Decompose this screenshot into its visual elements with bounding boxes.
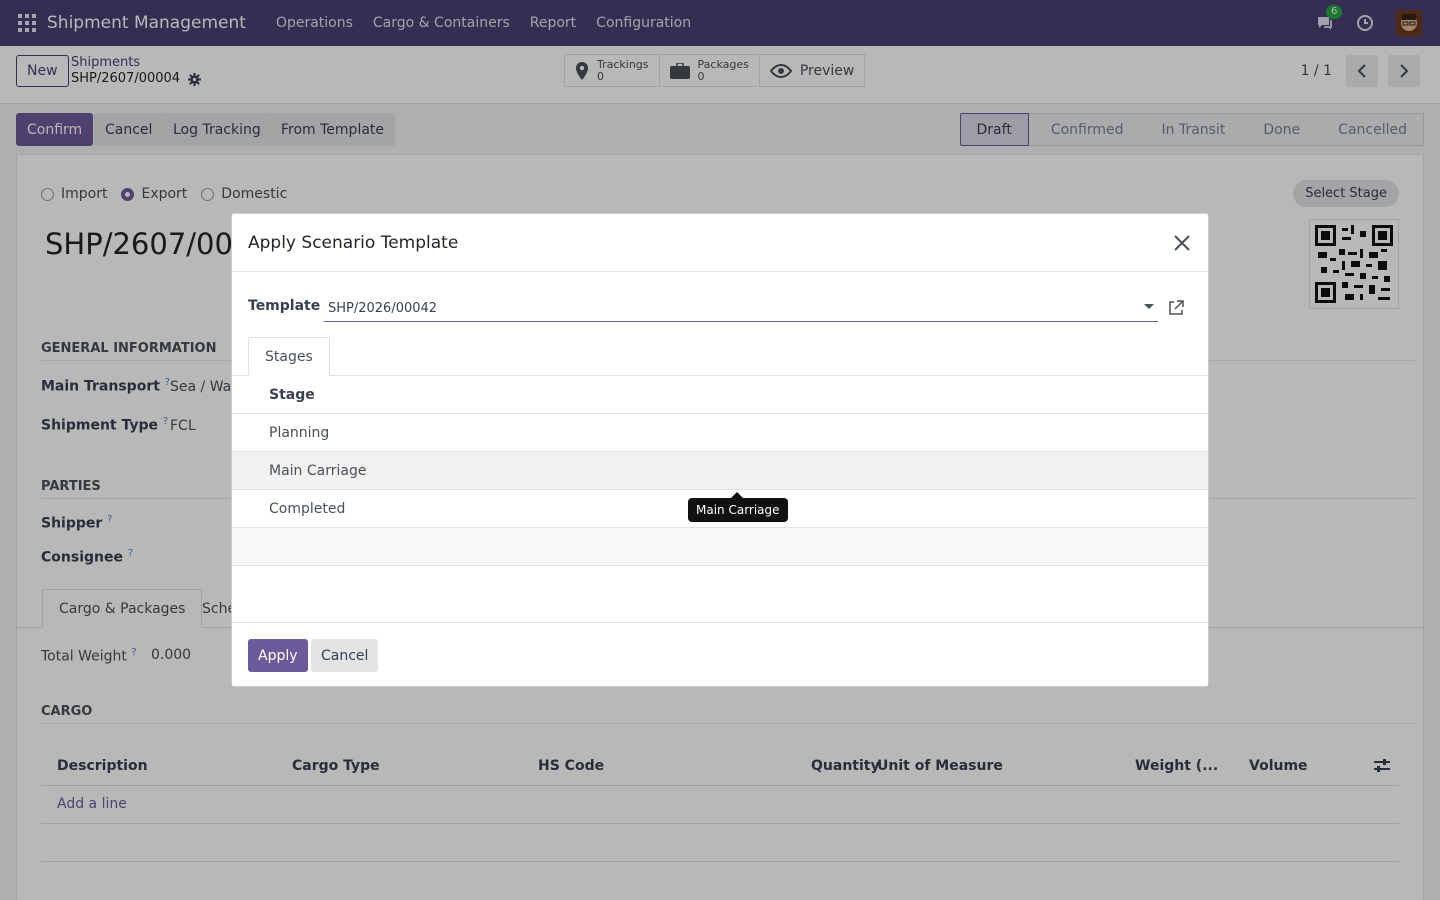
stages-list-header[interactable]: Stage: [232, 376, 1208, 414]
list-empty-row: [232, 528, 1208, 566]
list-item[interactable]: Main Carriage: [232, 452, 1208, 490]
dialog-header: Apply Scenario Template: [232, 214, 1208, 272]
dialog-footer: Apply Cancel: [232, 622, 1208, 686]
external-link-icon[interactable]: [1168, 300, 1184, 316]
apply-template-dialog: Apply Scenario Template Template Stages …: [231, 213, 1209, 687]
dialog-title: Apply Scenario Template: [248, 232, 459, 253]
stages-list: Stage Planning Main Carriage Completed: [232, 376, 1208, 566]
list-item[interactable]: Planning: [232, 414, 1208, 452]
chevron-down-icon[interactable]: [1144, 304, 1154, 309]
dialog-tabs: Stages: [232, 337, 1208, 376]
cancel-button[interactable]: Cancel: [311, 639, 379, 672]
apply-button[interactable]: Apply: [248, 639, 308, 672]
template-label: Template: [248, 298, 321, 314]
template-input[interactable]: [324, 296, 1158, 322]
row-tooltip: Main Carriage: [688, 492, 788, 522]
close-icon[interactable]: [1172, 233, 1192, 253]
tab-stages[interactable]: Stages: [248, 337, 330, 376]
